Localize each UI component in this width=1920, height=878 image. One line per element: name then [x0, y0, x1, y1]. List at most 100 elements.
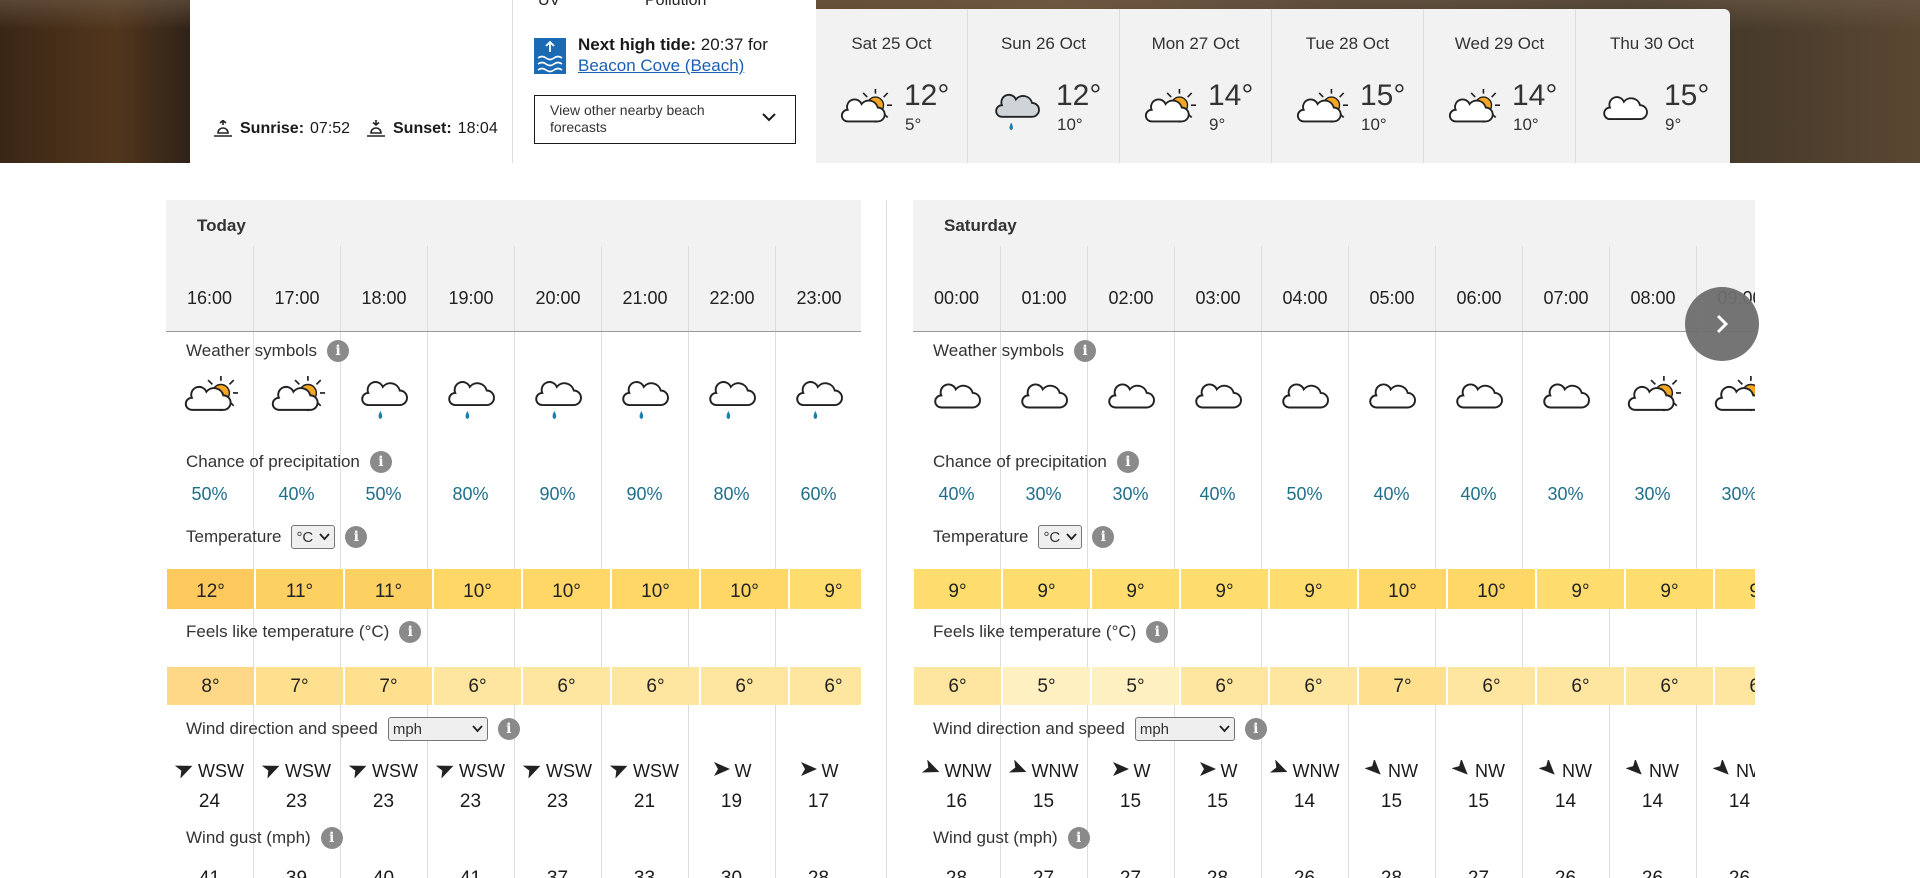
info-icon[interactable]: i — [327, 340, 350, 362]
gust-label: Wind gust (mph) — [186, 828, 311, 847]
info-icon[interactable]: i — [1244, 718, 1267, 740]
gust-row-label: Wind gust (mph) i — [186, 827, 343, 849]
gust-value: 27 — [1435, 868, 1522, 878]
hour-label: 22:00 — [688, 246, 775, 331]
sun-cloud-icon — [269, 374, 326, 427]
precip-value: 40% — [1199, 484, 1236, 504]
info-icon[interactable]: i — [497, 718, 520, 740]
wind-direction: W — [821, 761, 839, 781]
weather-symbol-cell — [1435, 376, 1522, 426]
feels-like-row-label: Feels like temperature (°C) i — [186, 621, 422, 643]
feels-like-value: 6° — [701, 667, 788, 705]
wind-cell: WNW 14 — [1261, 759, 1348, 813]
wind-arrow-icon — [712, 760, 732, 783]
wind-unit-select[interactable]: mph — [387, 717, 488, 741]
day-card[interactable]: Sat 25 Oct 12° 5° — [816, 9, 968, 163]
wind-speed: 21 — [633, 791, 656, 812]
temperature-unit-select[interactable]: °C — [291, 525, 336, 549]
high-tide: Next high tide: 20:37 for Beacon Cove (B… — [534, 34, 794, 76]
precip-value: 50% — [191, 484, 228, 504]
info-icon[interactable]: i — [1067, 827, 1090, 849]
precip-value: 90% — [626, 484, 663, 504]
tide-label: Next high tide: — [578, 35, 697, 54]
hour-label: 08:00 — [1609, 246, 1696, 331]
cloud-icon — [1538, 376, 1594, 427]
cloud-icon — [1016, 376, 1072, 427]
temperature-label: Temperature — [933, 527, 1029, 546]
wind-speed: 14 — [1554, 791, 1577, 812]
wind-speed: 17 — [807, 791, 830, 812]
day-low-temp: 10° — [1057, 115, 1083, 134]
info-icon[interactable]: i — [1116, 451, 1139, 473]
precip-value: 40% — [278, 484, 315, 504]
wind-cell: WSW 23 — [340, 760, 427, 813]
weather-symbols-row-label: Weather symbols i — [186, 340, 350, 362]
wind-direction: WNW — [1031, 761, 1079, 781]
wind-unit-select[interactable]: mph — [1134, 717, 1235, 741]
tide-location-link[interactable]: Beacon Cove (Beach) — [578, 56, 744, 75]
temperature-unit-select[interactable]: °C — [1038, 525, 1083, 549]
day-card[interactable]: Wed 29 Oct 14° 10° — [1424, 9, 1576, 163]
temperature-label: Temperature — [186, 527, 282, 546]
wind-direction: NW — [1562, 761, 1592, 781]
weather-symbols-row-label: Weather symbols i — [933, 340, 1097, 362]
precip-value: 30% — [1547, 484, 1584, 504]
weather-symbol-cell — [1696, 374, 1755, 426]
precip-value: 90% — [539, 484, 576, 504]
weather-symbol-cell — [1348, 376, 1435, 426]
hour-label: 19:00 — [427, 246, 514, 331]
feels-like-value: 6° — [612, 667, 699, 705]
info-icon[interactable]: i — [345, 526, 368, 548]
gust-value: 30 — [688, 868, 775, 878]
temperature-value: 10° — [701, 569, 788, 609]
wind-direction: W — [734, 761, 752, 781]
cloud-rain-icon — [791, 376, 847, 427]
temperature-row: 12° 11° 11° 10° 10° 10° 10° 9° — [166, 569, 861, 609]
wind-cell: WSW 23 — [253, 760, 340, 813]
feels-like-value: 6° — [434, 667, 521, 705]
chevron-down-icon — [1219, 725, 1230, 733]
info-icon[interactable]: i — [1074, 340, 1097, 362]
info-icon[interactable]: i — [369, 451, 392, 473]
wind-speed: 19 — [720, 791, 743, 812]
info-icon[interactable]: i — [320, 827, 343, 849]
temperature-value: 9° — [1003, 569, 1090, 609]
cloud-icon — [1190, 376, 1246, 427]
day-card[interactable]: Tue 28 Oct 15° 10° — [1272, 9, 1424, 163]
next-hours-button[interactable] — [1685, 287, 1759, 361]
temperature-value: 10° — [1448, 569, 1535, 609]
wind-arrow-icon — [1111, 760, 1131, 783]
info-icon[interactable]: i — [399, 621, 422, 643]
temperature-value: 10° — [612, 569, 699, 609]
hours-header-row: 00:00 01:00 02:00 03:00 04:00 05:00 06:00 07:00… — [913, 246, 1755, 332]
day-card[interactable]: Mon 27 Oct 14° 9° — [1120, 9, 1272, 163]
gust-value: 39 — [253, 868, 340, 878]
info-icon[interactable]: i — [1146, 621, 1169, 643]
feels-like-row: 6°5°5°6°6°7°6°6°6°6° — [913, 667, 1755, 705]
hour-label: 06:00 — [1435, 246, 1522, 331]
day-card[interactable]: Sun 26 Oct 12° 10° — [968, 9, 1120, 163]
chevron-down-icon — [1066, 533, 1077, 541]
feels-like-row-label: Feels like temperature (°C) i — [933, 621, 1169, 643]
wind-speed: 14 — [1641, 791, 1664, 812]
day-high-temp: 14° — [1512, 79, 1558, 112]
weather-symbol-cell — [340, 376, 427, 426]
gust-value: 26 — [1696, 868, 1755, 878]
gust-label: Wind gust (mph) — [933, 828, 1058, 847]
feels-like-value: 6° — [1448, 667, 1535, 705]
wind-arrow-icon — [921, 759, 942, 783]
wind-arrow-icon — [1008, 759, 1029, 783]
sunset-time: 18:04 — [457, 120, 498, 137]
info-icon[interactable]: i — [1092, 526, 1115, 548]
day-card[interactable]: Thu 30 Oct 15° 9° — [1576, 9, 1728, 163]
nearby-beach-select[interactable]: View other nearby beach forecasts — [534, 95, 796, 144]
day-high-temp: 15° — [1360, 79, 1406, 112]
sun-cloud-icon — [1294, 87, 1349, 138]
cloud-icon — [1451, 376, 1507, 427]
wind-cell: NW 15 — [1348, 758, 1435, 813]
day-date: Sat 25 Oct — [851, 34, 932, 53]
weather-symbols-row — [913, 374, 1755, 427]
hour-label: 07:00 — [1522, 246, 1609, 331]
feels-like-value: 7° — [345, 667, 432, 705]
day-separator — [886, 200, 887, 878]
